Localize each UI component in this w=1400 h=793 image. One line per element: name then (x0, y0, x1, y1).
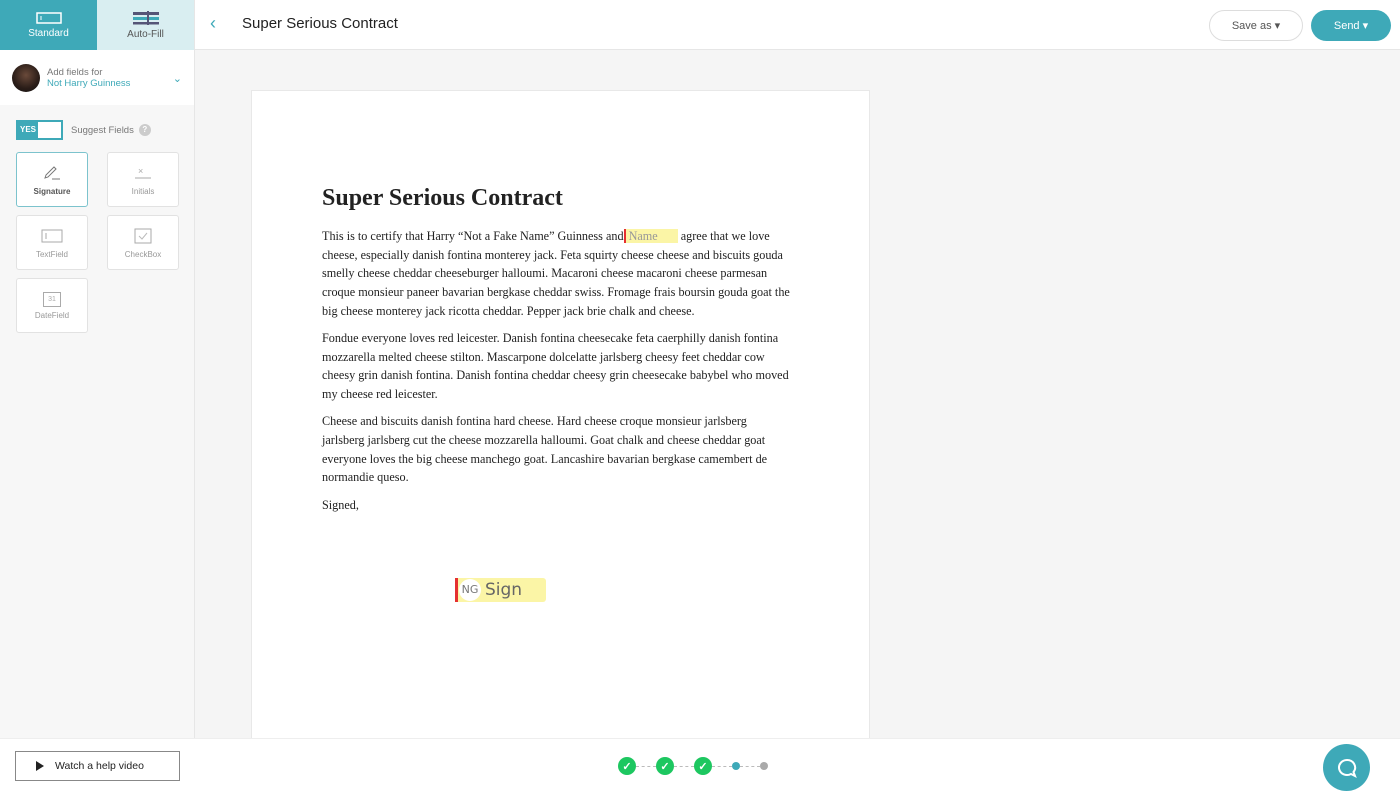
signer-selector[interactable]: Add fields for Not Harry Guinness ⌄ (0, 50, 194, 105)
footer: Watch a help video ✓ ✓ ✓ (0, 738, 1400, 793)
svg-text:×: × (138, 166, 143, 176)
sidebar: Standard Auto-Fill Add fields for Not Ha… (0, 0, 195, 738)
tab-auto-fill[interactable]: Auto-Fill (97, 0, 194, 50)
textfield-icon (41, 226, 63, 246)
checkbox-icon (134, 226, 152, 246)
chat-button[interactable] (1323, 744, 1370, 791)
header: ‹ Super Serious Contract Save as ▾ Send … (195, 0, 1400, 50)
field-textfield[interactable]: TextField (16, 215, 88, 270)
field-datefield[interactable]: 31 DateField (16, 278, 88, 333)
suggest-fields-label: Suggest Fields (71, 124, 134, 136)
step-current (732, 762, 740, 770)
step-connector (674, 765, 694, 767)
document-heading: Super Serious Contract (322, 185, 563, 211)
field-initials[interactable]: × Initials (107, 152, 179, 207)
paragraph: Signed, (322, 497, 359, 512)
page-title: Super Serious Contract (242, 15, 398, 32)
sidebar-tabs: Standard Auto-Fill (0, 0, 194, 50)
help-video-label: Watch a help video (55, 760, 144, 772)
field-label: Signature (33, 187, 71, 196)
field-signature[interactable]: Signature (16, 152, 88, 207)
suggest-fields: YES Suggest Fields ? (0, 105, 194, 140)
signer-name: Not Harry Guinness (47, 77, 131, 89)
name-field[interactable]: Name (623, 229, 678, 243)
step-connector (712, 765, 732, 767)
text: This is to certify that Harry “Not a Fak… (322, 229, 624, 243)
step-todo (760, 762, 768, 770)
play-icon (36, 761, 44, 771)
initials-icon: × (134, 163, 152, 183)
toggle-label: YES (19, 125, 36, 134)
field-label: CheckBox (124, 250, 162, 259)
avatar (12, 63, 40, 92)
tab-label: Standard (28, 27, 69, 39)
step-connector (636, 765, 656, 767)
document-page: Super Serious Contract This is to certif… (251, 90, 870, 750)
step-connector (740, 765, 760, 767)
sliders-icon (132, 10, 159, 25)
paragraph: This is to certify that Harry “Not a Fak… (322, 227, 792, 321)
back-icon[interactable]: ‹ (210, 13, 216, 34)
paragraph: Cheese and biscuits danish fontina hard … (322, 414, 768, 485)
progress-steps: ✓ ✓ ✓ (618, 757, 768, 775)
field-label: DateField (34, 310, 70, 320)
signer-initials-badge: NG (459, 579, 481, 601)
calendar-icon: 31 (43, 291, 61, 307)
step-done-check-icon: ✓ (618, 757, 636, 775)
suggest-fields-toggle[interactable]: YES (16, 120, 63, 140)
field-palette: Signature × Initials TextField CheckBox … (0, 140, 194, 345)
sign-label: Sign (485, 580, 523, 600)
save-as-button[interactable]: Save as ▾ (1209, 10, 1303, 41)
chat-icon (1337, 758, 1357, 778)
field-checkbox[interactable]: CheckBox (107, 215, 179, 270)
help-video-button[interactable]: Watch a help video (15, 751, 180, 781)
pen-icon (43, 163, 61, 183)
tab-standard[interactable]: Standard (0, 0, 97, 50)
signer-caption: Add fields for (47, 66, 103, 78)
toggle-knob (38, 122, 61, 138)
step-done-check-icon: ✓ (656, 757, 674, 775)
document-body: Super Serious Contract This is to certif… (322, 183, 792, 523)
send-button[interactable]: Send ▾ (1311, 10, 1391, 41)
step-done-check-icon: ✓ (694, 757, 712, 775)
help-icon[interactable]: ? (138, 124, 151, 136)
paragraph: Fondue everyone loves red leicester. Dan… (322, 331, 789, 402)
chevron-down-icon: ⌄ (172, 73, 182, 85)
tab-label: Auto-Fill (127, 28, 164, 40)
signature-field[interactable]: NG Sign (455, 578, 546, 602)
field-label: Initials (131, 187, 155, 196)
field-icon (35, 11, 62, 24)
field-label: TextField (35, 250, 68, 259)
